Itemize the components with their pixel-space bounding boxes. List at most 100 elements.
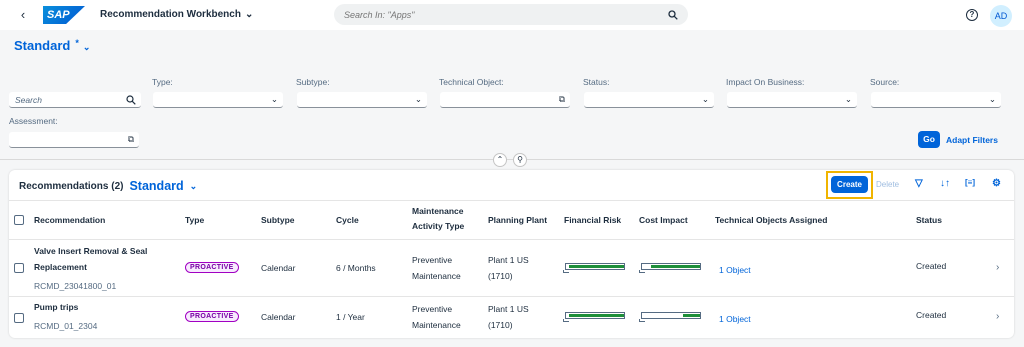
activity-type-value: Preventive: [412, 255, 453, 265]
col-type[interactable]: Type: [185, 214, 204, 226]
chevron-down-icon: ⌄: [414, 94, 422, 104]
search-placeholder: Search: [15, 94, 42, 105]
table-title: Recommendations (2) Standard ⌄: [19, 179, 197, 193]
col-planning-plant[interactable]: Planning Plant: [488, 214, 547, 226]
chevron-down-icon: ⌄: [270, 94, 278, 104]
subtype-label: Subtype:: [296, 77, 330, 87]
bar-baseline: [639, 270, 645, 273]
recommendations-table: Recommendations (2) Standard ⌄ Create Dele…: [9, 170, 1014, 338]
cycle-value: 1 / Year: [336, 312, 365, 322]
value-help-icon[interactable]: ⧉: [559, 94, 565, 105]
chevron-down-icon: ⌄: [244, 9, 254, 20]
col-cycle[interactable]: Cycle: [336, 214, 359, 226]
chevron-right-icon[interactable]: ›: [996, 262, 999, 273]
delete-button[interactable]: Delete: [876, 180, 899, 189]
subtype-value: Calendar: [261, 263, 296, 273]
variant-selector[interactable]: Standard * ⌄: [14, 38, 90, 53]
source-select[interactable]: ⌄: [871, 92, 1001, 108]
table-row[interactable]: Valve Insert Removal & Seal Replacement …: [9, 240, 1014, 297]
financial-risk-bar: [563, 263, 625, 273]
go-button[interactable]: Go: [918, 131, 940, 148]
financial-risk-fill: [568, 265, 624, 268]
chevron-down-icon: ⌄: [701, 94, 709, 104]
impact-select[interactable]: ⌄: [727, 92, 857, 108]
technical-objects-link[interactable]: 1 Object: [719, 314, 751, 324]
chevron-down-icon: ⌄: [844, 94, 852, 104]
activity-type-value-cont: Maintenance: [412, 320, 461, 330]
chevron-down-icon: ⌄: [988, 94, 996, 104]
cost-impact-fill: [650, 265, 700, 268]
subtype-value: Calendar: [261, 312, 296, 322]
type-label: Type:: [152, 77, 173, 87]
plant-value: Plant 1 US: [488, 304, 529, 314]
col-technical-objects[interactable]: Technical Objects Assigned: [715, 214, 827, 226]
source-label: Source:: [870, 77, 900, 87]
technical-objects-link[interactable]: 1 Object: [719, 265, 751, 275]
header-divider: [0, 159, 1024, 160]
cost-impact-fill: [682, 314, 700, 317]
sap-logo[interactable]: SAP: [43, 6, 85, 24]
search-input[interactable]: [344, 9, 668, 20]
bar-baseline: [639, 319, 645, 322]
recommendation-title: Valve Insert Removal & Seal: [34, 246, 148, 256]
select-all-checkbox[interactable]: [14, 215, 24, 225]
table-count-title: Recommendations (2): [19, 180, 124, 192]
plant-code: (1710): [488, 320, 513, 330]
cost-impact-bar: [639, 263, 701, 273]
col-cost-impact[interactable]: Cost Impact: [639, 214, 688, 226]
help-icon[interactable]: ?: [966, 9, 978, 21]
status-label: Status:: [583, 77, 610, 87]
adapt-filters-button[interactable]: Adapt Filters: [946, 135, 998, 145]
bar-baseline: [563, 319, 569, 322]
search-icon[interactable]: [668, 9, 678, 20]
table-variant[interactable]: Standard: [129, 179, 183, 193]
impact-label: Impact On Business:: [726, 77, 805, 87]
type-badge: PROACTIVE: [185, 311, 239, 322]
global-search[interactable]: [334, 4, 688, 25]
subtype-select[interactable]: ⌄: [297, 92, 427, 108]
filter-icon[interactable]: ▽: [915, 178, 923, 189]
filter-search-input[interactable]: Search: [9, 92, 141, 108]
assessment-input[interactable]: ⧉: [9, 132, 139, 148]
collapse-header-icon[interactable]: ⌃: [493, 153, 507, 167]
pin-header-icon[interactable]: ⚲: [513, 153, 527, 167]
financial-risk-bar: [563, 312, 625, 322]
cost-impact-bar: [639, 312, 701, 322]
search-icon[interactable]: [126, 94, 136, 105]
type-badge: PROACTIVE: [185, 262, 239, 273]
row-checkbox[interactable]: [14, 263, 24, 273]
financial-risk-fill: [568, 314, 624, 317]
type-select[interactable]: ⌄: [153, 92, 283, 108]
back-button[interactable]: ‹: [16, 7, 30, 22]
table-header: Recommendation Type Subtype Cycle Mainte…: [9, 200, 1014, 240]
table-row[interactable]: Pump trips RCMD_01_2304 PROACTIVE Calend…: [9, 297, 1014, 337]
row-checkbox[interactable]: [14, 313, 24, 323]
col-activity-type[interactable]: Activity Type: [412, 220, 464, 232]
value-help-icon[interactable]: ⧉: [128, 134, 134, 145]
plant-code: (1710): [488, 271, 513, 281]
plant-value: Plant 1 US: [488, 255, 529, 265]
gear-icon[interactable]: ⚙: [992, 178, 1001, 189]
technical-object-input[interactable]: ⧉: [440, 92, 570, 108]
chevron-down-icon: ⌄: [82, 42, 91, 52]
chevron-down-icon[interactable]: ⌄: [190, 181, 198, 192]
group-icon[interactable]: [≡]: [965, 178, 975, 187]
cycle-value: 6 / Months: [336, 263, 376, 273]
col-maintenance[interactable]: Maintenance: [412, 205, 464, 217]
col-subtype[interactable]: Subtype: [261, 214, 295, 226]
app-title-menu[interactable]: Recommendation Workbench ⌄: [100, 9, 253, 20]
create-button[interactable]: Create: [831, 176, 868, 193]
app-title: Recommendation Workbench: [100, 9, 241, 20]
status-select[interactable]: ⌄: [584, 92, 714, 108]
recommendation-title-cont: Replacement: [34, 262, 87, 272]
activity-type-value-cont: Maintenance: [412, 271, 461, 281]
col-recommendation[interactable]: Recommendation: [34, 214, 105, 226]
avatar[interactable]: AD: [990, 5, 1012, 27]
col-financial-risk[interactable]: Financial Risk: [564, 214, 621, 226]
sort-icon[interactable]: ↓↑: [940, 178, 950, 189]
assessment-label: Assessment:: [9, 116, 58, 126]
activity-type-value: Preventive: [412, 304, 453, 314]
technical-object-label: Technical Object:: [439, 77, 504, 87]
col-status[interactable]: Status: [916, 214, 942, 226]
chevron-right-icon[interactable]: ›: [996, 311, 999, 322]
